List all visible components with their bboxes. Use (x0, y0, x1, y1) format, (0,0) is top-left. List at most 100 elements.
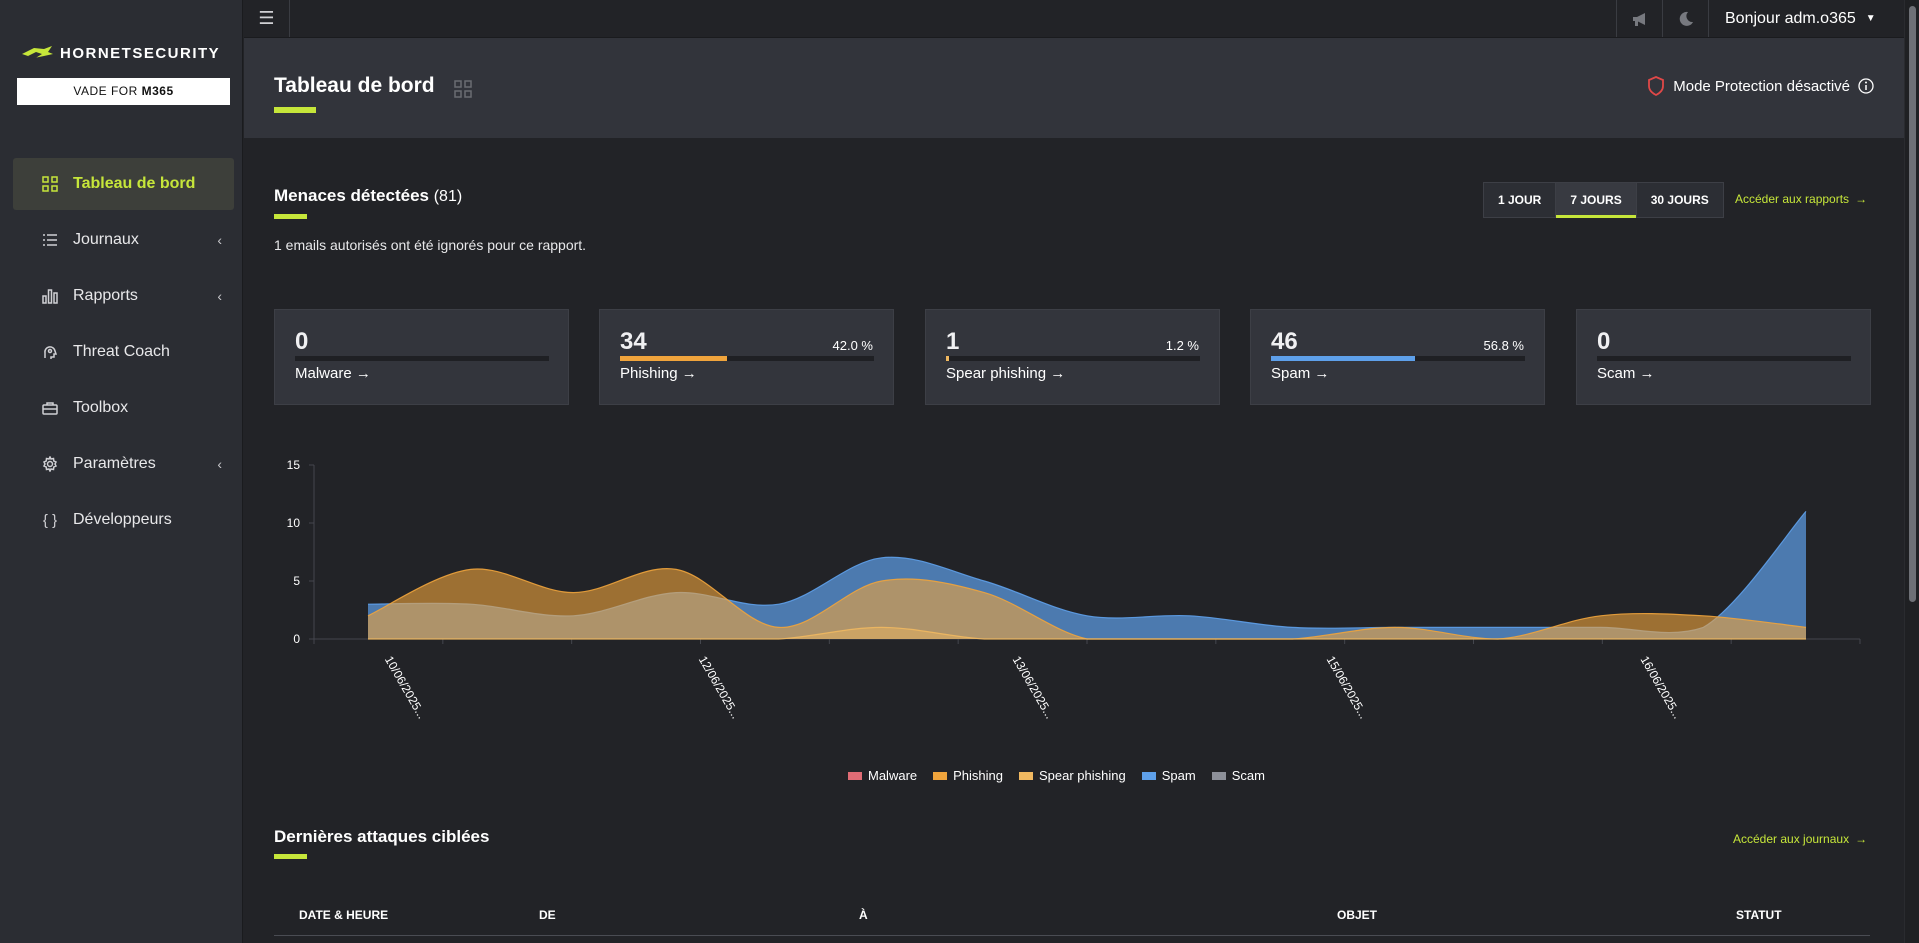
logs-link[interactable]: Accéder aux journaux → (1733, 832, 1867, 846)
toolbox-icon (41, 399, 59, 417)
legend-label: Scam (1231, 768, 1265, 783)
reports-link[interactable]: Accéder aux rapports → (1735, 192, 1867, 206)
threat-card-scam[interactable]: 0 Scam → (1576, 309, 1871, 405)
sidebar-item-threat-coach[interactable]: Threat Coach (13, 326, 234, 378)
threats-title: Menaces détectées (81) (274, 186, 462, 206)
legend-item-spam[interactable]: Spam (1141, 768, 1196, 783)
threat-percent: 56.8 % (1483, 338, 1524, 353)
threat-link[interactable]: Scam → (1597, 365, 1655, 382)
threat-link[interactable]: Phishing → (620, 365, 697, 382)
legend-swatch (1141, 771, 1156, 780)
legend-item-phishing[interactable]: Phishing (933, 768, 1003, 783)
legend-swatch (1019, 771, 1033, 780)
sidebar: HORNETSECURITY VADE FOR M365 Tableau de … (0, 0, 243, 943)
y-tick-label: 0 (293, 632, 300, 646)
arrow-right-icon: → (1314, 365, 1330, 382)
legend-item-malware[interactable]: Malware (848, 768, 917, 783)
page-scrollbar[interactable] (1904, 0, 1919, 943)
bar-chart-icon (41, 287, 59, 305)
column-header-from[interactable]: DE (539, 908, 556, 922)
threat-link[interactable]: Malware → (295, 365, 371, 382)
list-icon (41, 231, 59, 249)
shield-icon (1648, 76, 1665, 96)
info-icon[interactable] (1858, 78, 1874, 94)
legend-item-scam[interactable]: Scam (1211, 768, 1265, 783)
sidebar-item-journaux[interactable]: Journaux ‹ (13, 214, 234, 266)
threat-percent: 42.0 % (832, 338, 873, 353)
threats-count: (81) (433, 188, 463, 205)
arrow-right-icon: → (1050, 365, 1066, 382)
announcements-button[interactable] (1616, 0, 1662, 37)
column-header-date[interactable]: DATE & HEURE (299, 908, 388, 922)
user-menu[interactable]: Bonjour adm.o365 ▼ (1708, 0, 1904, 37)
product-suffix: M365 (141, 84, 174, 98)
legend-label: Malware (868, 768, 918, 783)
threat-progress-fill (1271, 356, 1416, 361)
x-tick-label: 13/06/2025... (1010, 654, 1057, 722)
legend-item-spear-phishing[interactable]: Spear phishing (1019, 768, 1126, 783)
column-header-subject[interactable]: OBJET (1337, 908, 1377, 922)
attacks-table-header: DATE & HEURE DE À OBJET STATUT (274, 900, 1870, 936)
threats-area-chart: 0 5 10 15 10/06/2025... 12/06/2025... 13/06/20… (287, 458, 1861, 722)
brand-logo[interactable]: HORNETSECURITY (20, 44, 220, 62)
threat-link[interactable]: Spear phishing → (946, 365, 1065, 382)
sidebar-item-developpeurs[interactable]: { } Développeurs (13, 494, 234, 546)
y-tick-label: 5 (293, 574, 300, 588)
hornet-logo-icon (22, 46, 53, 59)
sidebar-item-parametres[interactable]: Paramètres ‹ (13, 438, 234, 490)
sidebar-item-label: Développeurs (73, 511, 172, 528)
threat-progress-track (295, 356, 549, 361)
ignored-emails-note: 1 emails autorisés ont été ignorés pour … (274, 237, 587, 253)
threat-link[interactable]: Spam → (1271, 365, 1329, 382)
legend-label: Spam (1161, 768, 1196, 783)
threat-label: Malware (295, 365, 352, 382)
column-header-to[interactable]: À (859, 908, 868, 922)
column-header-status[interactable]: STATUT (1736, 908, 1782, 922)
threat-card-spam[interactable]: 46 56.8 % Spam → (1250, 309, 1545, 405)
legend-swatch (848, 771, 862, 780)
arrow-right-icon: → (355, 365, 371, 382)
arrow-right-icon: → (1855, 832, 1868, 846)
sidebar-item-label: Journaux (73, 231, 139, 248)
dashboard-grid-icon (41, 175, 59, 193)
x-tick-label: 16/06/2025... (1638, 654, 1685, 722)
product-prefix: VADE FOR (73, 84, 138, 98)
threat-card-malware[interactable]: 0 Malware → (274, 309, 569, 405)
menu-toggle-button[interactable]: ☰ (244, 0, 290, 37)
threat-card-phishing[interactable]: 34 42.0 % Phishing → (599, 309, 894, 405)
sidebar-item-label: Tableau de bord (73, 175, 196, 192)
threat-label: Phishing (620, 365, 678, 382)
threat-count: 0 (1597, 328, 1611, 355)
threat-label: Spear phishing (946, 365, 1047, 382)
threat-count: 1 (946, 328, 960, 355)
attacks-accent-bar (274, 854, 307, 859)
widget-grid-icon[interactable] (454, 80, 472, 98)
chevron-left-icon: ‹ (217, 288, 222, 304)
dark-mode-toggle[interactable] (1662, 0, 1708, 37)
threat-progress-track (620, 356, 874, 361)
period-1-day-button[interactable]: 1 JOUR (1484, 183, 1557, 217)
threat-count: 34 (620, 328, 647, 355)
threat-count: 0 (295, 328, 309, 355)
threat-card-spear-phishing[interactable]: 1 1.2 % Spear phishing → (925, 309, 1220, 405)
x-tick-label: 10/06/2025... (382, 654, 429, 722)
sidebar-item-rapports[interactable]: Rapports ‹ (13, 270, 234, 322)
period-7-days-button[interactable]: 7 JOURS (1556, 183, 1637, 218)
scrollbar-thumb[interactable] (1909, 6, 1916, 602)
sidebar-item-label: Toolbox (73, 399, 129, 416)
arrow-right-icon: → (1855, 192, 1868, 206)
sidebar-item-toolbox[interactable]: Toolbox (13, 382, 234, 434)
y-tick-label: 10 (287, 516, 301, 530)
chevron-left-icon: ‹ (217, 456, 222, 472)
logs-link-label: Accéder aux journaux (1733, 832, 1850, 846)
threats-accent-bar (274, 214, 307, 219)
legend-swatch (1211, 771, 1226, 780)
period-30-days-button[interactable]: 30 JOURS (1637, 183, 1723, 217)
sidebar-item-label: Threat Coach (73, 343, 170, 360)
sidebar-item-label: Rapports (73, 287, 138, 304)
threat-percent: 1.2 % (1165, 338, 1199, 353)
x-tick-label: 15/06/2025... (1324, 654, 1371, 722)
x-tick-label: 12/06/2025... (696, 654, 743, 722)
sidebar-item-dashboard[interactable]: Tableau de bord (13, 158, 234, 210)
y-tick-label: 15 (287, 458, 301, 472)
